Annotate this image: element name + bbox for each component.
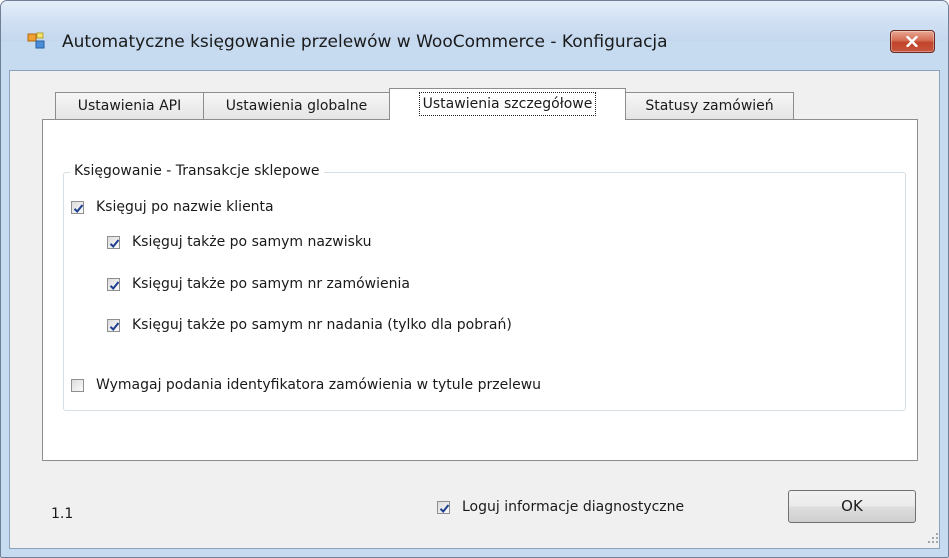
- option-label: Księguj po nazwie klienta: [96, 199, 274, 215]
- tab-order-statuses[interactable]: Statusy zamówień: [625, 92, 794, 119]
- option-label: Księguj także po samym nr zamówienia: [132, 276, 410, 292]
- option-by-surname[interactable]: Księguj także po samym nazwisku: [107, 234, 371, 250]
- option-by-order-number[interactable]: Księguj także po samym nr zamówienia: [107, 276, 410, 292]
- tab-global[interactable]: Ustawienia globalne: [203, 92, 390, 119]
- group-title: Księgowanie - Transakcje sklepowe: [70, 161, 324, 181]
- option-require-order-id[interactable]: Wymagaj podania identyfikatora zamówieni…: [71, 377, 541, 393]
- resize-grip-icon[interactable]: [927, 529, 939, 548]
- option-label: Księguj także po samym nr nadania (tylko…: [132, 317, 512, 333]
- option-diagnostic-logging[interactable]: Loguj informacje diagnostyczne: [437, 499, 684, 515]
- option-by-customer-name[interactable]: Księguj po nazwie klienta: [71, 199, 274, 215]
- check-icon: [439, 503, 450, 513]
- close-button[interactable]: [890, 30, 935, 53]
- close-icon: [906, 36, 918, 47]
- checkbox-require-order-id[interactable]: [71, 378, 84, 392]
- check-icon: [109, 238, 120, 248]
- option-label: Wymagaj podania identyfikatora zamówieni…: [96, 377, 542, 393]
- checkbox-by-surname[interactable]: [107, 235, 120, 249]
- version-label: 1.1: [51, 506, 74, 522]
- option-label: Księguj także po samym nazwisku: [132, 234, 372, 250]
- checkbox-by-order-number[interactable]: [107, 277, 120, 291]
- check-icon: [109, 321, 120, 331]
- checkbox-diagnostic-logging[interactable]: [437, 500, 450, 514]
- tab-detailed[interactable]: Ustawienia szczegółowe: [389, 88, 626, 120]
- check-icon: [109, 280, 120, 290]
- diagnostic-label: Loguj informacje diagnostyczne: [462, 499, 685, 515]
- option-by-shipment-number[interactable]: Księguj także po samym nr nadania (tylko…: [107, 317, 512, 333]
- ok-button[interactable]: OK: [788, 490, 916, 523]
- window-app-icon[interactable]: [27, 32, 45, 50]
- check-icon: [73, 203, 84, 213]
- window-title: Automatyczne księgowanie przelewów w Woo…: [62, 32, 668, 52]
- tab-detailed-label: Ustawienia szczegółowe: [418, 92, 597, 116]
- checkbox-by-customer-name[interactable]: [71, 200, 84, 214]
- tab-api[interactable]: Ustawienia API: [55, 92, 204, 119]
- checkbox-by-shipment-number[interactable]: [107, 318, 120, 332]
